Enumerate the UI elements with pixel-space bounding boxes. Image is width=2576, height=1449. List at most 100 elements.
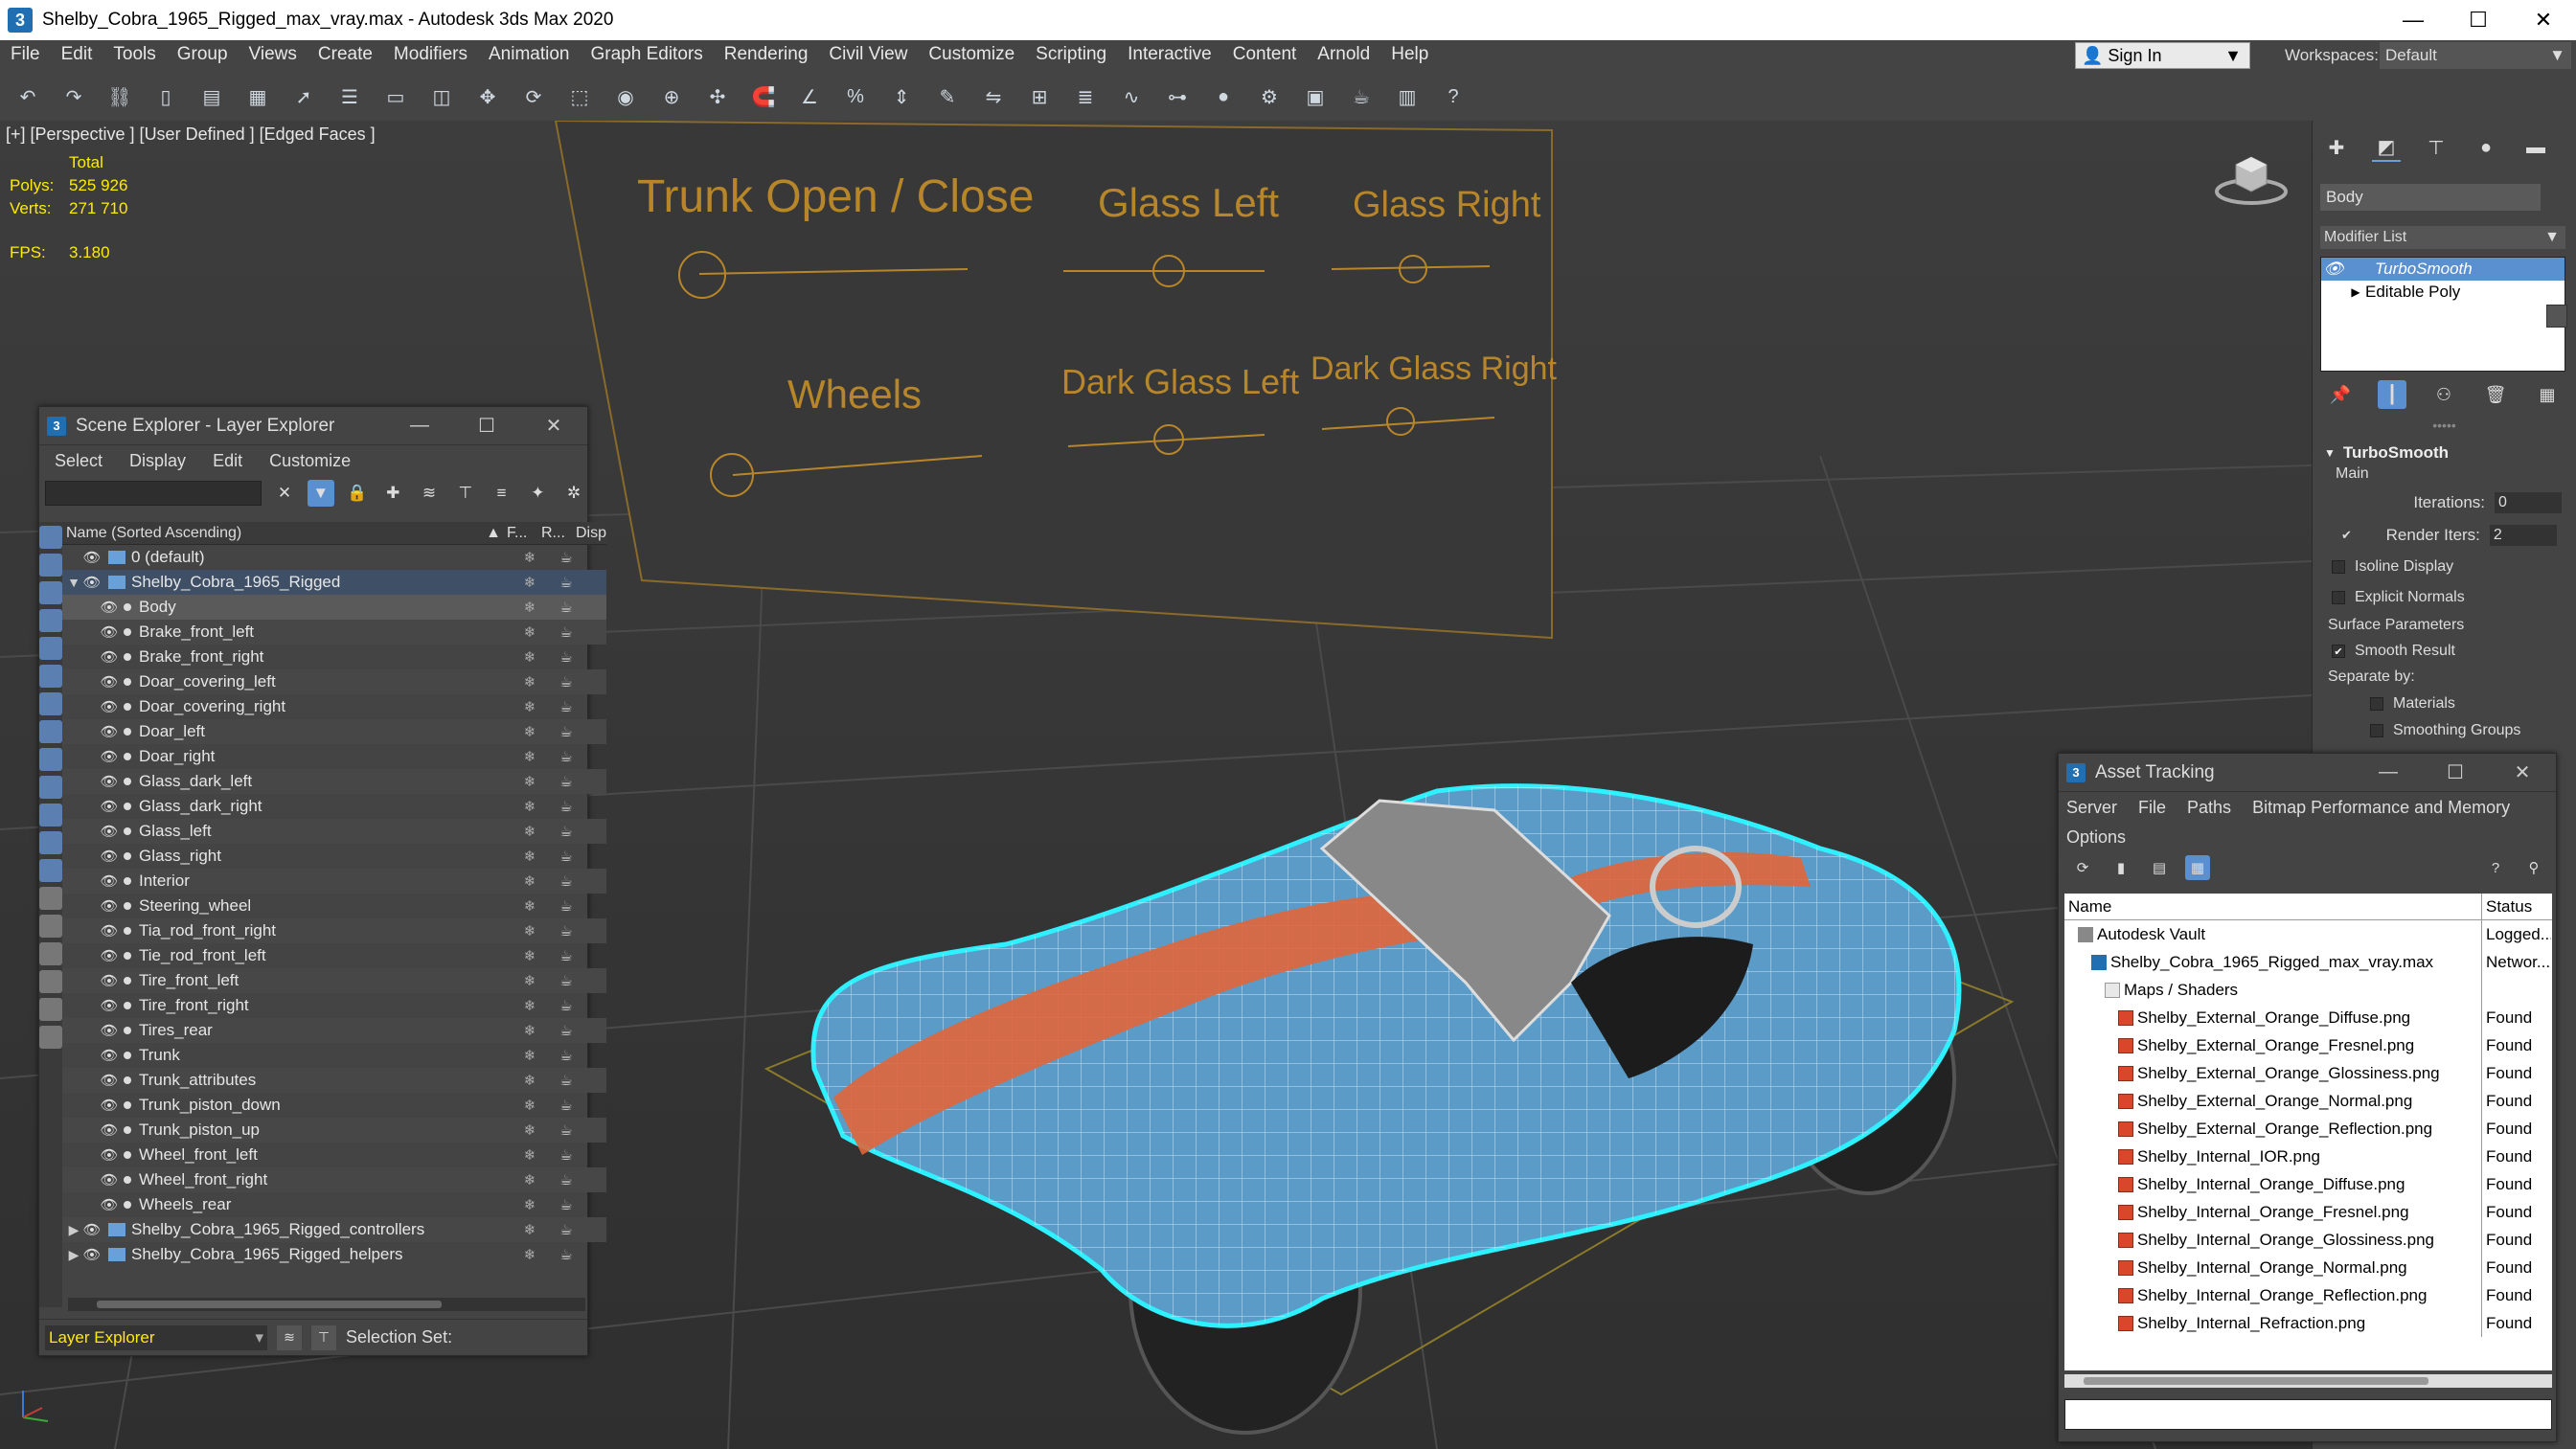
- spinner-snap-icon[interactable]: ⇕: [885, 80, 918, 113]
- object-row[interactable]: 👁 Trunk_piston_down ❄ ☕: [62, 1093, 606, 1118]
- menu-create[interactable]: Create: [308, 44, 383, 65]
- asset-row[interactable]: Shelby_Internal_Orange_Fresnel.png Found: [2064, 1198, 2552, 1226]
- asset-row[interactable]: Shelby_External_Orange_Glossiness.png Fou…: [2064, 1059, 2552, 1087]
- eye-visibility-icon[interactable]: 👁: [81, 1221, 103, 1238]
- pin-icon[interactable]: ⚲: [2521, 855, 2546, 880]
- menu-help[interactable]: Help: [1380, 44, 1439, 65]
- window-crossing-icon[interactable]: ◫: [425, 80, 458, 113]
- unlink-icon[interactable]: ▯: [149, 80, 182, 113]
- render-cloud-icon[interactable]: ▥: [1391, 80, 1424, 113]
- minimize-button[interactable]: —: [2381, 0, 2446, 40]
- renderable-teapot-icon[interactable]: ☕: [557, 773, 576, 790]
- eye-visibility-icon[interactable]: 👁: [99, 997, 120, 1014]
- reference-coordinate-icon[interactable]: ⊕: [655, 80, 688, 113]
- renderable-teapot-icon[interactable]: ☕: [557, 1097, 576, 1114]
- layer-row[interactable]: ▶ 👁 Shelby_Cobra_1965_Rigged_helpers ❄ ☕: [62, 1242, 606, 1267]
- eye-visibility-icon[interactable]: 👁: [99, 623, 120, 641]
- eye-visibility-icon[interactable]: 👁: [99, 922, 120, 940]
- freeze-icon[interactable]: ❄: [520, 574, 539, 591]
- asset-row[interactable]: Shelby_Internal_Refraction.png Found: [2064, 1309, 2552, 1337]
- menu-views[interactable]: Views: [239, 44, 308, 65]
- eye-visibility-icon[interactable]: 👁: [99, 748, 120, 765]
- eye-visibility-icon[interactable]: 👁: [99, 648, 120, 666]
- redo-icon[interactable]: ↷: [57, 80, 90, 113]
- help-icon[interactable]: ?: [2483, 855, 2508, 880]
- renderable-teapot-icon[interactable]: ☕: [557, 1072, 576, 1089]
- snaps-toggle-icon[interactable]: 🧲: [747, 80, 780, 113]
- asset-row[interactable]: Maps / Shaders: [2064, 976, 2552, 1004]
- menu-scripting[interactable]: Scripting: [1025, 44, 1117, 65]
- at-menu-paths[interactable]: Paths: [2187, 798, 2231, 822]
- freeze-icon[interactable]: ❄: [520, 1022, 539, 1039]
- show-end-result-icon[interactable]: ┃: [2378, 380, 2406, 409]
- undo-icon[interactable]: ↶: [11, 80, 44, 113]
- freeze-icon[interactable]: ❄: [520, 1047, 539, 1064]
- named-selection-icon[interactable]: ✎: [931, 80, 964, 113]
- freeze-icon[interactable]: ❄: [520, 623, 539, 641]
- eye-visibility-icon[interactable]: 👁: [99, 723, 120, 740]
- mirror-icon[interactable]: ⇋: [977, 80, 1010, 113]
- object-row[interactable]: 👁 Wheel_front_right ❄ ☕: [62, 1167, 607, 1192]
- renderable-teapot-icon[interactable]: ☕: [557, 723, 576, 740]
- renderable-teapot-icon[interactable]: ☕: [557, 698, 576, 715]
- shapes-filter-icon[interactable]: [39, 581, 62, 604]
- eye-visibility-icon[interactable]: 👁: [99, 1022, 120, 1039]
- se-menu-display[interactable]: Display: [129, 451, 186, 471]
- freeze-icon[interactable]: ❄: [520, 549, 539, 566]
- close-button[interactable]: ✕: [2489, 760, 2556, 784]
- layer-row[interactable]: ▶ 👁 Shelby_Cobra_1965_Rigged_controllers ❄ ☕: [62, 1217, 607, 1242]
- bind-space-warp-icon[interactable]: ▤: [195, 80, 228, 113]
- modifier-stack-item[interactable]: ▶ Editable Poly: [2321, 281, 2565, 304]
- renderable-teapot-icon[interactable]: ☕: [557, 848, 576, 865]
- create-tab-icon[interactable]: ✚: [2322, 133, 2351, 162]
- layer-row[interactable]: ▼ 👁 Shelby_Cobra_1965_Rigged ❄ ☕: [62, 570, 607, 595]
- page-icon[interactable]: [39, 942, 62, 965]
- object-row[interactable]: 👁 Glass_left ❄ ☕: [62, 819, 607, 844]
- object-row[interactable]: 👁 Interior ❄ ☕: [62, 869, 607, 894]
- at-menu-bitmap-performance-and-memory[interactable]: Bitmap Performance and Memory: [2252, 798, 2510, 822]
- object-row[interactable]: 👁 Tire_front_left ❄ ☕: [62, 968, 607, 993]
- renderable-teapot-icon[interactable]: ☕: [557, 1171, 576, 1189]
- maximize-button[interactable]: ☐: [2422, 760, 2489, 784]
- scrollbar-thumb[interactable]: [2084, 1377, 2428, 1385]
- horizontal-scrollbar[interactable]: [2064, 1374, 2552, 1388]
- freeze-icon[interactable]: ❄: [520, 972, 539, 989]
- sign-in-dropdown[interactable]: 👤 Sign In ▼: [2075, 42, 2250, 69]
- eye-visibility-icon[interactable]: 👁: [99, 599, 120, 616]
- render-iters-checkbox[interactable]: ✔: [2341, 528, 2352, 543]
- close-button[interactable]: ✕: [520, 414, 587, 438]
- geometry-filter-icon[interactable]: [39, 554, 62, 577]
- eye-visibility-icon[interactable]: 👁: [99, 823, 120, 840]
- display-all-icon[interactable]: [39, 526, 62, 549]
- renderable-teapot-icon[interactable]: ☕: [557, 673, 576, 691]
- column-name-header[interactable]: Name (Sorted Ascending) ▲: [62, 525, 507, 542]
- scale-icon[interactable]: ⬚: [563, 80, 596, 113]
- freeze-icon[interactable]: ❄: [520, 1221, 539, 1238]
- object-row[interactable]: 👁 Tires_rear ❄ ☕: [62, 1018, 607, 1043]
- asset-row[interactable]: Shelby_External_Orange_Fresnel.png Found: [2064, 1031, 2552, 1059]
- asset-row[interactable]: Shelby_External_Orange_Normal.png Found: [2064, 1087, 2552, 1115]
- list-icon[interactable]: ▮: [2109, 855, 2133, 880]
- object-row[interactable]: 👁 Brake_front_right ❄ ☕: [62, 645, 606, 669]
- menu-content[interactable]: Content: [1222, 44, 1308, 65]
- menu-tools[interactable]: Tools: [103, 44, 166, 65]
- freeze-icon[interactable]: ❄: [520, 997, 539, 1014]
- move-icon[interactable]: ✥: [471, 80, 504, 113]
- asset-row[interactable]: Shelby_Internal_Orange_Normal.png Found: [2064, 1254, 2552, 1281]
- object-row[interactable]: 👁 Glass_dark_right ❄ ☕: [62, 794, 606, 819]
- asset-row[interactable]: Shelby_Cobra_1965_Rigged_max_vray.max Net…: [2064, 948, 2552, 976]
- list-view-icon[interactable]: [39, 887, 62, 910]
- display-tab-icon[interactable]: ▬: [2521, 133, 2550, 162]
- renderable-teapot-icon[interactable]: ☕: [557, 1221, 576, 1238]
- filter-icon[interactable]: ▼: [307, 480, 334, 507]
- object-row[interactable]: 👁 Trunk ❄ ☕: [62, 1043, 606, 1068]
- lights-filter-icon[interactable]: [39, 609, 62, 632]
- se-menu-select[interactable]: Select: [55, 451, 103, 471]
- eye-visibility-icon[interactable]: 👁: [99, 947, 120, 964]
- hidden-filter-icon[interactable]: [39, 859, 62, 882]
- select-by-name-icon[interactable]: ☰: [333, 80, 366, 113]
- layer-row[interactable]: 👁 0 (default) ❄ ☕: [62, 545, 606, 570]
- eye-visibility-icon[interactable]: 👁: [81, 1246, 103, 1263]
- freeze-icon[interactable]: ❄: [520, 897, 539, 915]
- smooth-result-checkbox[interactable]: ✔: [2332, 645, 2345, 658]
